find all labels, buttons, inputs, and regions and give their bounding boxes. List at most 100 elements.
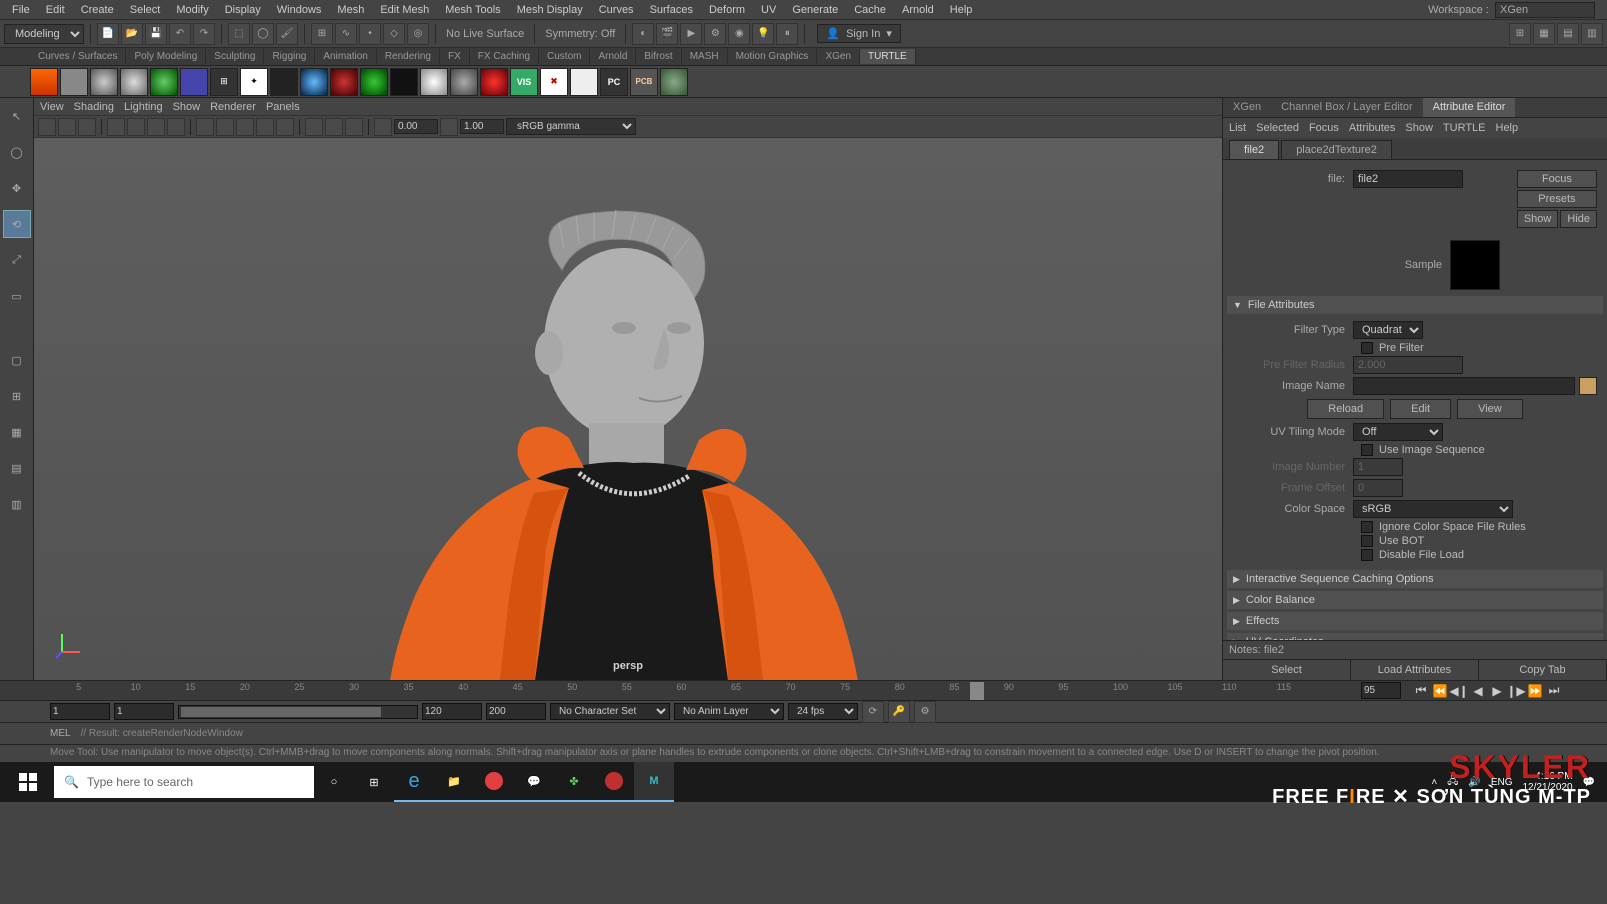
shelf-tab-rigging[interactable]: Rigging — [264, 49, 315, 64]
move-tool[interactable]: ✥ — [3, 174, 31, 202]
vp-gamma-field[interactable] — [460, 119, 504, 134]
lasso-icon[interactable]: ◯ — [252, 23, 274, 45]
disable-file-load-checkbox[interactable] — [1361, 549, 1373, 561]
vp-lights-icon[interactable] — [256, 118, 274, 136]
step-back-icon[interactable]: ◀❙ — [1451, 683, 1467, 699]
menu-arnold[interactable]: Arnold — [894, 2, 942, 18]
taskbar-recorder[interactable] — [474, 762, 514, 802]
tray-network-icon[interactable]: 🖧 — [1447, 774, 1458, 791]
ae-menu-show[interactable]: Show — [1405, 122, 1433, 134]
shelf-icon-13[interactable] — [390, 68, 418, 96]
vp-menu-lighting[interactable]: Lighting — [124, 101, 163, 113]
filter-type-dropdown[interactable]: Quadratic — [1353, 321, 1423, 339]
menu-edit[interactable]: Edit — [38, 2, 73, 18]
ae-presets-button[interactable]: Presets — [1517, 190, 1597, 208]
use-image-seq-checkbox[interactable] — [1361, 444, 1373, 456]
goto-end-icon[interactable]: ⏭ — [1546, 683, 1562, 699]
vp-exposure-icon[interactable] — [374, 118, 392, 136]
vp-menu-panels[interactable]: Panels — [266, 101, 300, 113]
prefilter-checkbox[interactable] — [1361, 342, 1373, 354]
play-forward-icon[interactable]: ▶ — [1489, 683, 1505, 699]
shelf-icon-19[interactable] — [570, 68, 598, 96]
toggle-icon[interactable]: ◐ — [632, 23, 654, 45]
ae-menu-attributes[interactable]: Attributes — [1349, 122, 1395, 134]
image-name-field[interactable] — [1353, 377, 1575, 395]
layout-hyper-icon[interactable]: ▥ — [3, 490, 31, 518]
vp-resolution-gate-icon[interactable] — [147, 118, 165, 136]
shelf-tab-custom[interactable]: Custom — [539, 49, 590, 64]
vp-select-camera-icon[interactable] — [38, 118, 56, 136]
snap-point-icon[interactable]: • — [359, 23, 381, 45]
section-effects[interactable]: ▶Effects — [1227, 612, 1603, 630]
menu-select[interactable]: Select — [122, 2, 169, 18]
menu-curves[interactable]: Curves — [591, 2, 642, 18]
shelf-icon-3[interactable] — [90, 68, 118, 96]
ae-focus-button[interactable]: Focus — [1517, 170, 1597, 188]
character-set-dropdown[interactable]: No Character Set — [550, 703, 670, 720]
shelf-icon-22[interactable] — [660, 68, 688, 96]
pause-icon[interactable]: ⏸ — [776, 23, 798, 45]
autokey-icon[interactable]: 🔑 — [888, 701, 910, 723]
last-tool[interactable]: ▭ — [3, 282, 31, 310]
shelf-tab-mograph[interactable]: Motion Graphics — [728, 49, 818, 64]
toolsettings-toggle-icon[interactable]: ▤ — [1557, 23, 1579, 45]
vp-exposure-field[interactable] — [394, 119, 438, 134]
section-interactive-seq[interactable]: ▶Interactive Sequence Caching Options — [1227, 570, 1603, 588]
vp-textured-icon[interactable] — [236, 118, 254, 136]
shelf-icon-12[interactable] — [360, 68, 388, 96]
shelf-icon-11[interactable] — [330, 68, 358, 96]
view-button[interactable]: View — [1457, 399, 1523, 419]
vp-colorspace-dropdown[interactable]: sRGB gamma — [506, 118, 636, 135]
shelf-icon-1[interactable] — [30, 68, 58, 96]
live-surface-label[interactable]: No Live Surface — [442, 28, 528, 40]
vp-film-gate-icon[interactable] — [127, 118, 145, 136]
ae-menu-turtle[interactable]: TURTLE — [1443, 122, 1486, 134]
reload-button[interactable]: Reload — [1307, 399, 1384, 419]
ae-show-button[interactable]: Show — [1517, 210, 1559, 228]
section-file-attributes[interactable]: ▼ File Attributes — [1227, 296, 1603, 314]
right-tab-ae[interactable]: Attribute Editor — [1423, 98, 1516, 117]
shelf-icon-18[interactable]: ✖ — [540, 68, 568, 96]
rotate-tool[interactable]: ⟲ — [3, 210, 31, 238]
hypershade-icon[interactable]: ◉ — [728, 23, 750, 45]
start-button[interactable] — [4, 762, 52, 802]
shelf-tab-xgen[interactable]: XGen — [817, 49, 860, 64]
menu-windows[interactable]: Windows — [269, 2, 330, 18]
vp-menu-show[interactable]: Show — [173, 101, 201, 113]
use-bot-checkbox[interactable] — [1361, 535, 1373, 547]
shelf-tab-animation[interactable]: Animation — [315, 49, 376, 64]
tray-lang-icon[interactable]: ENG — [1491, 777, 1513, 788]
ae-copy-tab-button[interactable]: Copy Tab — [1479, 660, 1607, 680]
shelf-icon-14[interactable] — [420, 68, 448, 96]
sample-swatch[interactable] — [1450, 240, 1500, 290]
save-scene-icon[interactable]: 💾 — [145, 23, 167, 45]
shelf-icon-21[interactable]: PCB — [630, 68, 658, 96]
workspace-selector[interactable]: Workspace : XGen — [1428, 2, 1603, 18]
section-color-balance[interactable]: ▶Color Balance — [1227, 591, 1603, 609]
module-dropdown[interactable]: Modeling — [4, 24, 84, 44]
shelf-icon-2[interactable] — [60, 68, 88, 96]
play-back-icon[interactable]: ◀ — [1470, 683, 1486, 699]
ae-file-name-field[interactable] — [1353, 170, 1463, 188]
menu-display[interactable]: Display — [217, 2, 269, 18]
menu-help[interactable]: Help — [942, 2, 981, 18]
ipr-icon[interactable]: ▶ — [680, 23, 702, 45]
vp-gate-mask-icon[interactable] — [167, 118, 185, 136]
new-scene-icon[interactable]: 📄 — [97, 23, 119, 45]
shelf-icon-17[interactable]: VIS — [510, 68, 538, 96]
shelf-tab-turtle[interactable]: TURTLE — [860, 49, 916, 64]
workspace-dropdown[interactable]: XGen — [1495, 2, 1595, 18]
ae-select-button[interactable]: Select — [1223, 660, 1351, 680]
menu-meshdisplay[interactable]: Mesh Display — [509, 2, 591, 18]
menu-modify[interactable]: Modify — [168, 2, 216, 18]
ae-load-attr-button[interactable]: Load Attributes — [1351, 660, 1479, 680]
vp-shaded-icon[interactable] — [216, 118, 234, 136]
vp-isolate-icon[interactable] — [305, 118, 323, 136]
layout-outliner-icon[interactable]: ▦ — [3, 418, 31, 446]
browse-image-icon[interactable] — [1579, 377, 1597, 395]
menu-surfaces[interactable]: Surfaces — [642, 2, 701, 18]
redo-icon[interactable]: ↷ — [193, 23, 215, 45]
fps-dropdown[interactable]: 24 fps — [788, 703, 858, 720]
vp-menu-renderer[interactable]: Renderer — [210, 101, 256, 113]
shelf-tab-rendering[interactable]: Rendering — [377, 49, 440, 64]
